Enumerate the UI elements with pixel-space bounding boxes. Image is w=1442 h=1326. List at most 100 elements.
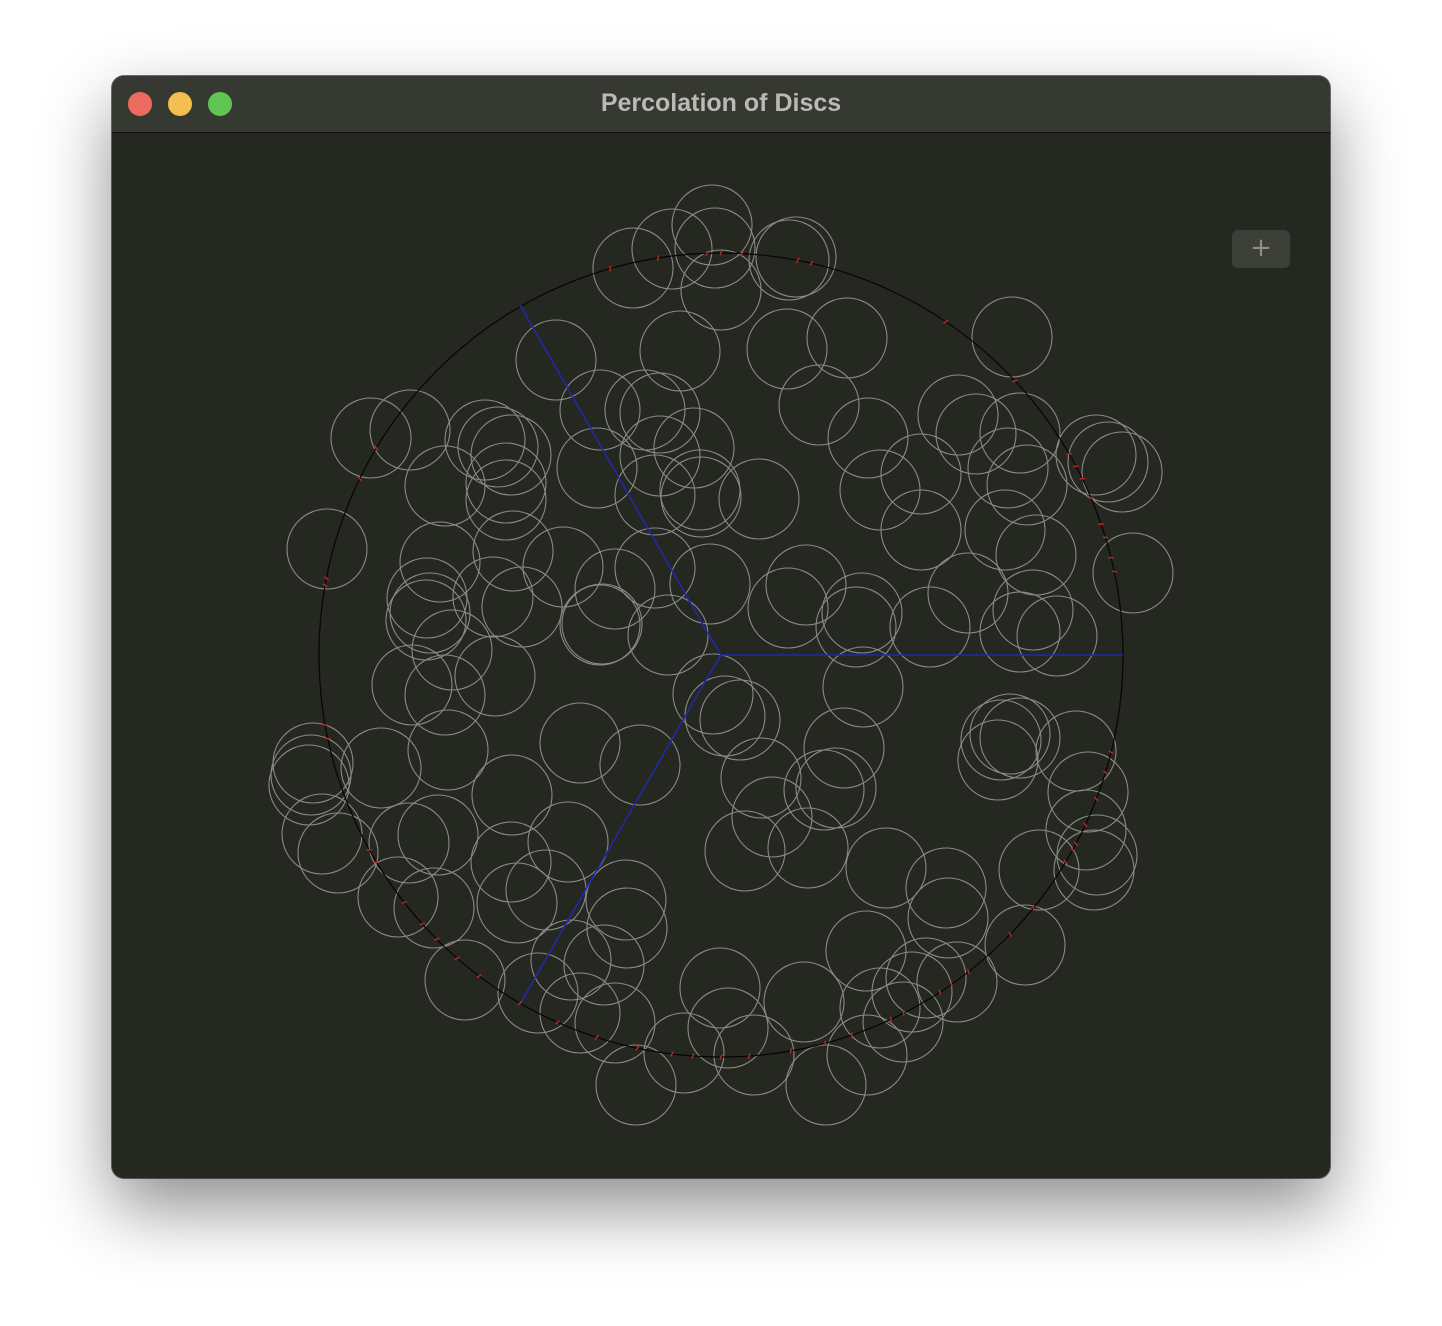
disc xyxy=(960,699,1042,781)
disc xyxy=(839,449,921,531)
crossing-mark xyxy=(401,901,408,904)
disc xyxy=(574,548,656,630)
disc xyxy=(470,821,552,903)
disc xyxy=(297,812,379,894)
disc xyxy=(281,793,363,875)
disc xyxy=(454,635,536,717)
disc xyxy=(803,707,885,789)
disc xyxy=(639,310,721,392)
disc xyxy=(1016,595,1098,677)
disc xyxy=(619,372,701,454)
crossing-mark xyxy=(789,1048,793,1054)
disc xyxy=(992,569,1074,651)
disc xyxy=(984,904,1066,986)
disc xyxy=(1053,829,1135,911)
crossing-mark xyxy=(1073,465,1079,468)
disc xyxy=(971,296,1053,378)
disc xyxy=(539,702,621,784)
crossing-mark xyxy=(433,937,440,941)
disc xyxy=(470,414,552,496)
crossing-mark xyxy=(1108,556,1114,559)
disc xyxy=(465,459,547,541)
disc xyxy=(1056,814,1138,896)
disc xyxy=(497,952,579,1034)
disc xyxy=(476,862,558,944)
disc xyxy=(368,802,450,884)
crossing-mark xyxy=(705,250,709,257)
add-button[interactable]: + xyxy=(1232,230,1290,268)
title-bar[interactable]: Percolation of Discs xyxy=(112,76,1330,133)
disc xyxy=(917,374,999,456)
disc xyxy=(452,556,534,638)
disc xyxy=(397,794,479,876)
disc xyxy=(1055,414,1137,496)
disc xyxy=(444,399,526,481)
crossing-mark xyxy=(366,848,373,851)
disc xyxy=(718,458,800,540)
disc xyxy=(822,646,904,728)
disc xyxy=(457,406,539,488)
disc xyxy=(778,364,860,446)
disc xyxy=(559,369,641,451)
disc xyxy=(471,754,553,836)
disc xyxy=(386,557,468,639)
disc xyxy=(424,939,506,1021)
crossing-mark xyxy=(325,737,331,740)
disc xyxy=(957,719,1039,801)
crossing-mark xyxy=(656,255,660,261)
disc xyxy=(674,207,756,289)
crossing-mark xyxy=(719,250,723,256)
disc xyxy=(825,910,907,992)
disc xyxy=(785,1044,867,1126)
disc xyxy=(481,566,563,648)
disc xyxy=(979,697,1061,779)
disc xyxy=(935,393,1017,475)
disc xyxy=(1045,789,1127,871)
disc xyxy=(599,724,681,806)
plus-icon: + xyxy=(1250,233,1272,263)
disc xyxy=(699,679,781,761)
disc xyxy=(885,937,967,1019)
disc xyxy=(684,675,766,757)
disc xyxy=(748,219,830,301)
crossing-mark xyxy=(824,1040,827,1047)
percolation-canvas[interactable] xyxy=(112,133,1330,1178)
cut-line xyxy=(519,304,722,656)
disc xyxy=(767,807,849,889)
disc xyxy=(704,810,786,892)
disc xyxy=(862,981,944,1063)
disc xyxy=(979,591,1061,673)
crossing-mark xyxy=(609,265,612,272)
crossing-mark xyxy=(967,968,970,975)
disc xyxy=(967,427,1049,509)
disc xyxy=(806,297,888,379)
crossing-mark xyxy=(1066,452,1072,456)
disc xyxy=(746,308,828,390)
disc xyxy=(916,941,998,1023)
disc xyxy=(404,445,486,527)
disc xyxy=(979,392,1061,474)
disc xyxy=(643,1012,725,1094)
disc xyxy=(472,510,554,592)
disc xyxy=(389,572,471,654)
disc xyxy=(1092,532,1174,614)
disc xyxy=(515,319,597,401)
disc xyxy=(986,444,1068,526)
disc xyxy=(399,521,481,603)
disc xyxy=(827,397,909,479)
cut-line xyxy=(519,654,722,1005)
disc xyxy=(763,961,845,1043)
crossing-mark xyxy=(1111,570,1117,573)
crossing-mark xyxy=(419,922,426,926)
disc xyxy=(505,849,587,931)
disc xyxy=(522,526,604,608)
disc xyxy=(404,654,486,736)
crossing-mark xyxy=(373,860,380,864)
crossing-mark xyxy=(719,1054,723,1060)
disc xyxy=(604,369,686,451)
disc xyxy=(747,567,829,649)
crossing-mark xyxy=(938,989,942,995)
disc xyxy=(755,216,837,298)
disc xyxy=(653,407,735,489)
crossing-mark xyxy=(747,1053,751,1059)
